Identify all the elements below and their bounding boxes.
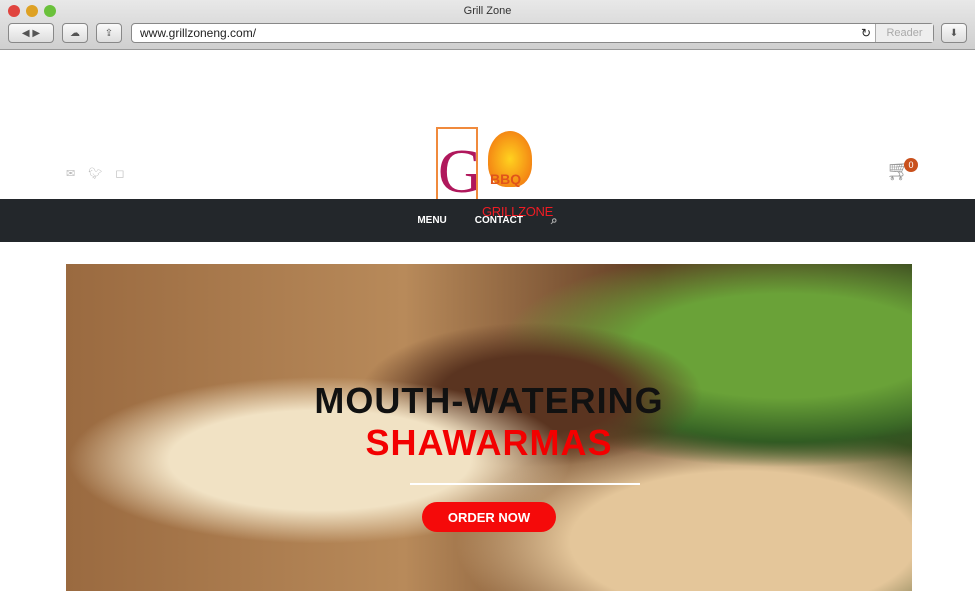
- downloads-button[interactable]: ⬇: [941, 23, 967, 43]
- reader-button[interactable]: Reader: [875, 24, 933, 42]
- logo-bbq: BBQ: [490, 171, 522, 187]
- twitter-icon[interactable]: 🐦︎: [88, 167, 102, 180]
- nav-menu[interactable]: MENU: [417, 215, 446, 226]
- icloud-button[interactable]: ☁: [62, 23, 88, 43]
- order-now-button[interactable]: ORDER NOW: [422, 502, 556, 532]
- hero-subheading: SHAWARMAS: [365, 422, 613, 463]
- cart-count-badge: 0: [904, 158, 918, 172]
- share-button[interactable]: ⇪: [96, 23, 122, 43]
- email-icon[interactable]: ✉: [66, 167, 75, 180]
- hero-heading: MOUTH-WATERING: [314, 380, 664, 421]
- window-title: Grill Zone: [463, 5, 512, 17]
- browser-chrome: Grill Zone ◀ ▶ ☁ ⇪ www.grillzoneng.com/ …: [0, 0, 975, 50]
- social-links: ✉ 🐦︎ ◻: [66, 167, 124, 180]
- reload-icon[interactable]: ↻: [861, 26, 871, 40]
- url-text: www.grillzoneng.com/: [140, 26, 257, 40]
- hero-divider: [410, 483, 640, 485]
- back-forward-buttons[interactable]: ◀ ▶: [8, 23, 54, 43]
- address-bar[interactable]: www.grillzoneng.com/ ↻ Reader: [131, 23, 934, 43]
- logo-name: GRILLZONE: [482, 204, 553, 219]
- hero-banner: MOUTH-WATERING SHAWARMAS ORDER NOW: [66, 264, 912, 591]
- instagram-icon[interactable]: ◻: [115, 167, 124, 180]
- site-header: ✉ 🐦︎ ◻ G BBQ GRILLZONE 🛒︎ 0: [0, 50, 975, 219]
